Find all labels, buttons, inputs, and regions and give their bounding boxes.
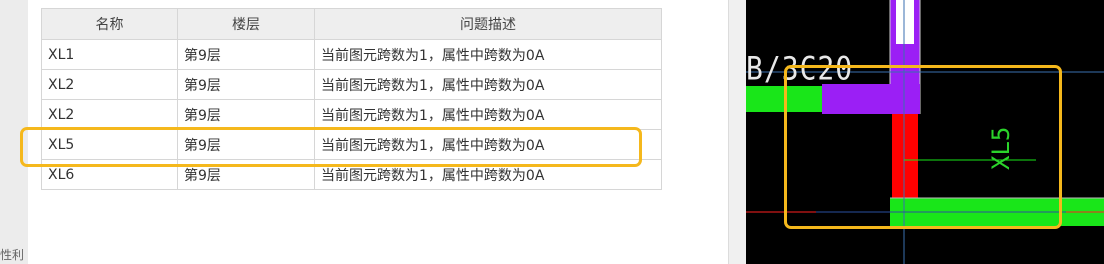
- cell-name: XL2: [41, 99, 178, 130]
- cell-floor: 第9层: [177, 39, 315, 70]
- cell-description: 当前图元跨数为1，属性中跨数为0A: [314, 39, 662, 70]
- cell-description: 当前图元跨数为1，属性中跨数为0A: [314, 69, 662, 100]
- issue-table: 名称 楼层 问题描述 XL1 第9层 当前图元跨数为1，属性中跨数为0A XL2…: [41, 8, 662, 190]
- table-header-row: 名称 楼层 问题描述: [41, 8, 662, 40]
- table-row-selected[interactable]: XL5 第9层 当前图元跨数为1，属性中跨数为0A: [41, 129, 662, 160]
- dialog-left-border: [0, 0, 29, 264]
- dimension-annotation: B/3C20: [746, 49, 854, 88]
- cell-name: XL5: [41, 129, 178, 160]
- column-white-strip: [896, 0, 914, 44]
- column-purple-horizontal: [822, 84, 920, 114]
- cell-floor: 第9层: [177, 69, 315, 100]
- table-row[interactable]: XL2 第9层 当前图元跨数为1，属性中跨数为0A: [41, 69, 662, 100]
- cell-description: 当前图元跨数为1，属性中跨数为0A: [314, 99, 662, 130]
- cell-description: 当前图元跨数为1，属性中跨数为0A: [314, 129, 662, 160]
- cell-floor: 第9层: [177, 129, 315, 160]
- column-header-description[interactable]: 问题描述: [314, 8, 662, 40]
- column-red: [892, 114, 918, 198]
- cad-viewport[interactable]: B/3C20 XL5: [746, 0, 1104, 264]
- cell-floor: 第9层: [177, 159, 315, 190]
- column-header-floor[interactable]: 楼层: [177, 8, 315, 40]
- cell-name: XL1: [41, 39, 178, 70]
- beam-label[interactable]: XL5: [986, 127, 1046, 170]
- panel-scrollbar[interactable]: [728, 0, 747, 264]
- cad-drawing: [746, 0, 1104, 264]
- table-row[interactable]: XL1 第9层 当前图元跨数为1，属性中跨数为0A: [41, 39, 662, 70]
- table-row[interactable]: XL2 第9层 当前图元跨数为1，属性中跨数为0A: [41, 99, 662, 130]
- cell-name: XL6: [41, 159, 178, 190]
- table-row[interactable]: XL6 第9层 当前图元跨数为1，属性中跨数为0A: [41, 159, 662, 190]
- cell-floor: 第9层: [177, 99, 315, 130]
- cell-description: 当前图元跨数为1，属性中跨数为0A: [314, 159, 662, 190]
- beam-green-left: [746, 86, 822, 112]
- column-header-name[interactable]: 名称: [41, 8, 178, 40]
- cell-name: XL2: [41, 69, 178, 100]
